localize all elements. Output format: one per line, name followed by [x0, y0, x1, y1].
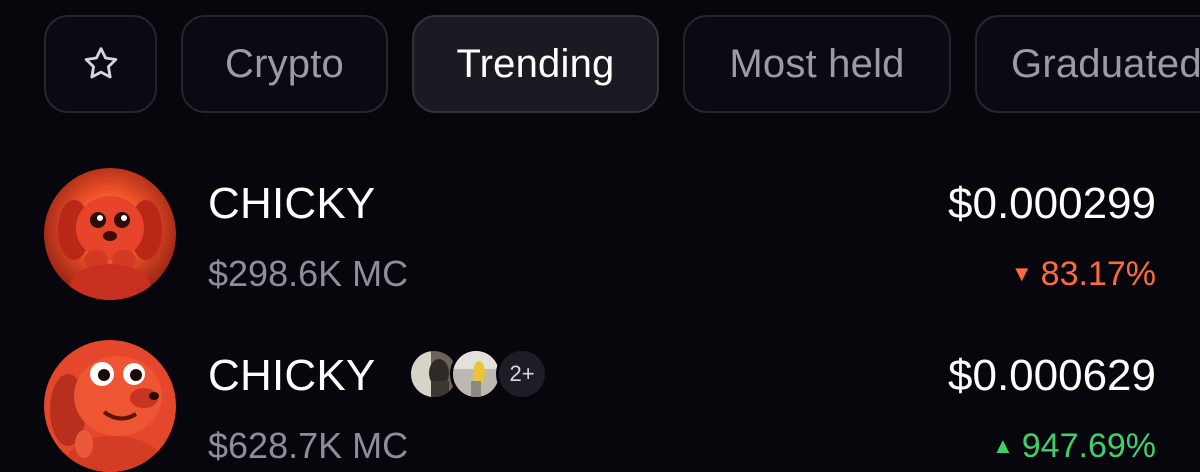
token-market-cap: $298.6K MC — [208, 253, 409, 294]
token-row[interactable]: CHICKY $298.6K MC $0.000299 ▼ 83.17% — [44, 168, 1156, 300]
token-avatar — [44, 340, 176, 472]
price-change-value: 947.69% — [1021, 427, 1156, 465]
token-price: $0.000299 — [948, 179, 1156, 228]
filter-tab-bar: Crypto Trending Most held Graduated — [44, 15, 1200, 113]
token-market-cap: $628.7K MC — [208, 425, 409, 466]
holder-avatar — [450, 348, 502, 400]
price-change: ▲ 947.69% — [992, 424, 1156, 468]
holder-avatar-stack: 2+ — [408, 346, 548, 402]
holder-count-badge: 2+ — [496, 348, 548, 400]
tab-trending[interactable]: Trending — [412, 15, 659, 113]
triangle-up-icon: ▲ — [991, 433, 1014, 458]
price-change-value: 83.17% — [1040, 255, 1156, 293]
price-change: ▼ 83.17% — [1011, 252, 1156, 296]
token-name: CHICKY — [208, 179, 376, 228]
tab-crypto[interactable]: Crypto — [181, 15, 388, 113]
tab-favorites[interactable] — [44, 15, 157, 113]
token-price: $0.000629 — [948, 351, 1156, 400]
token-avatar — [44, 168, 176, 300]
app-screen: Crypto Trending Most held Graduated CHIC… — [0, 0, 1200, 472]
triangle-down-icon: ▼ — [1010, 261, 1033, 286]
token-name: CHICKY — [208, 351, 376, 400]
token-row[interactable]: CHICKY 2+ $628.7K MC $0.000629 ▲ 947.69% — [44, 340, 1156, 472]
star-icon — [81, 44, 121, 84]
tab-most-held[interactable]: Most held — [683, 15, 951, 113]
tab-graduated[interactable]: Graduated — [975, 15, 1200, 113]
